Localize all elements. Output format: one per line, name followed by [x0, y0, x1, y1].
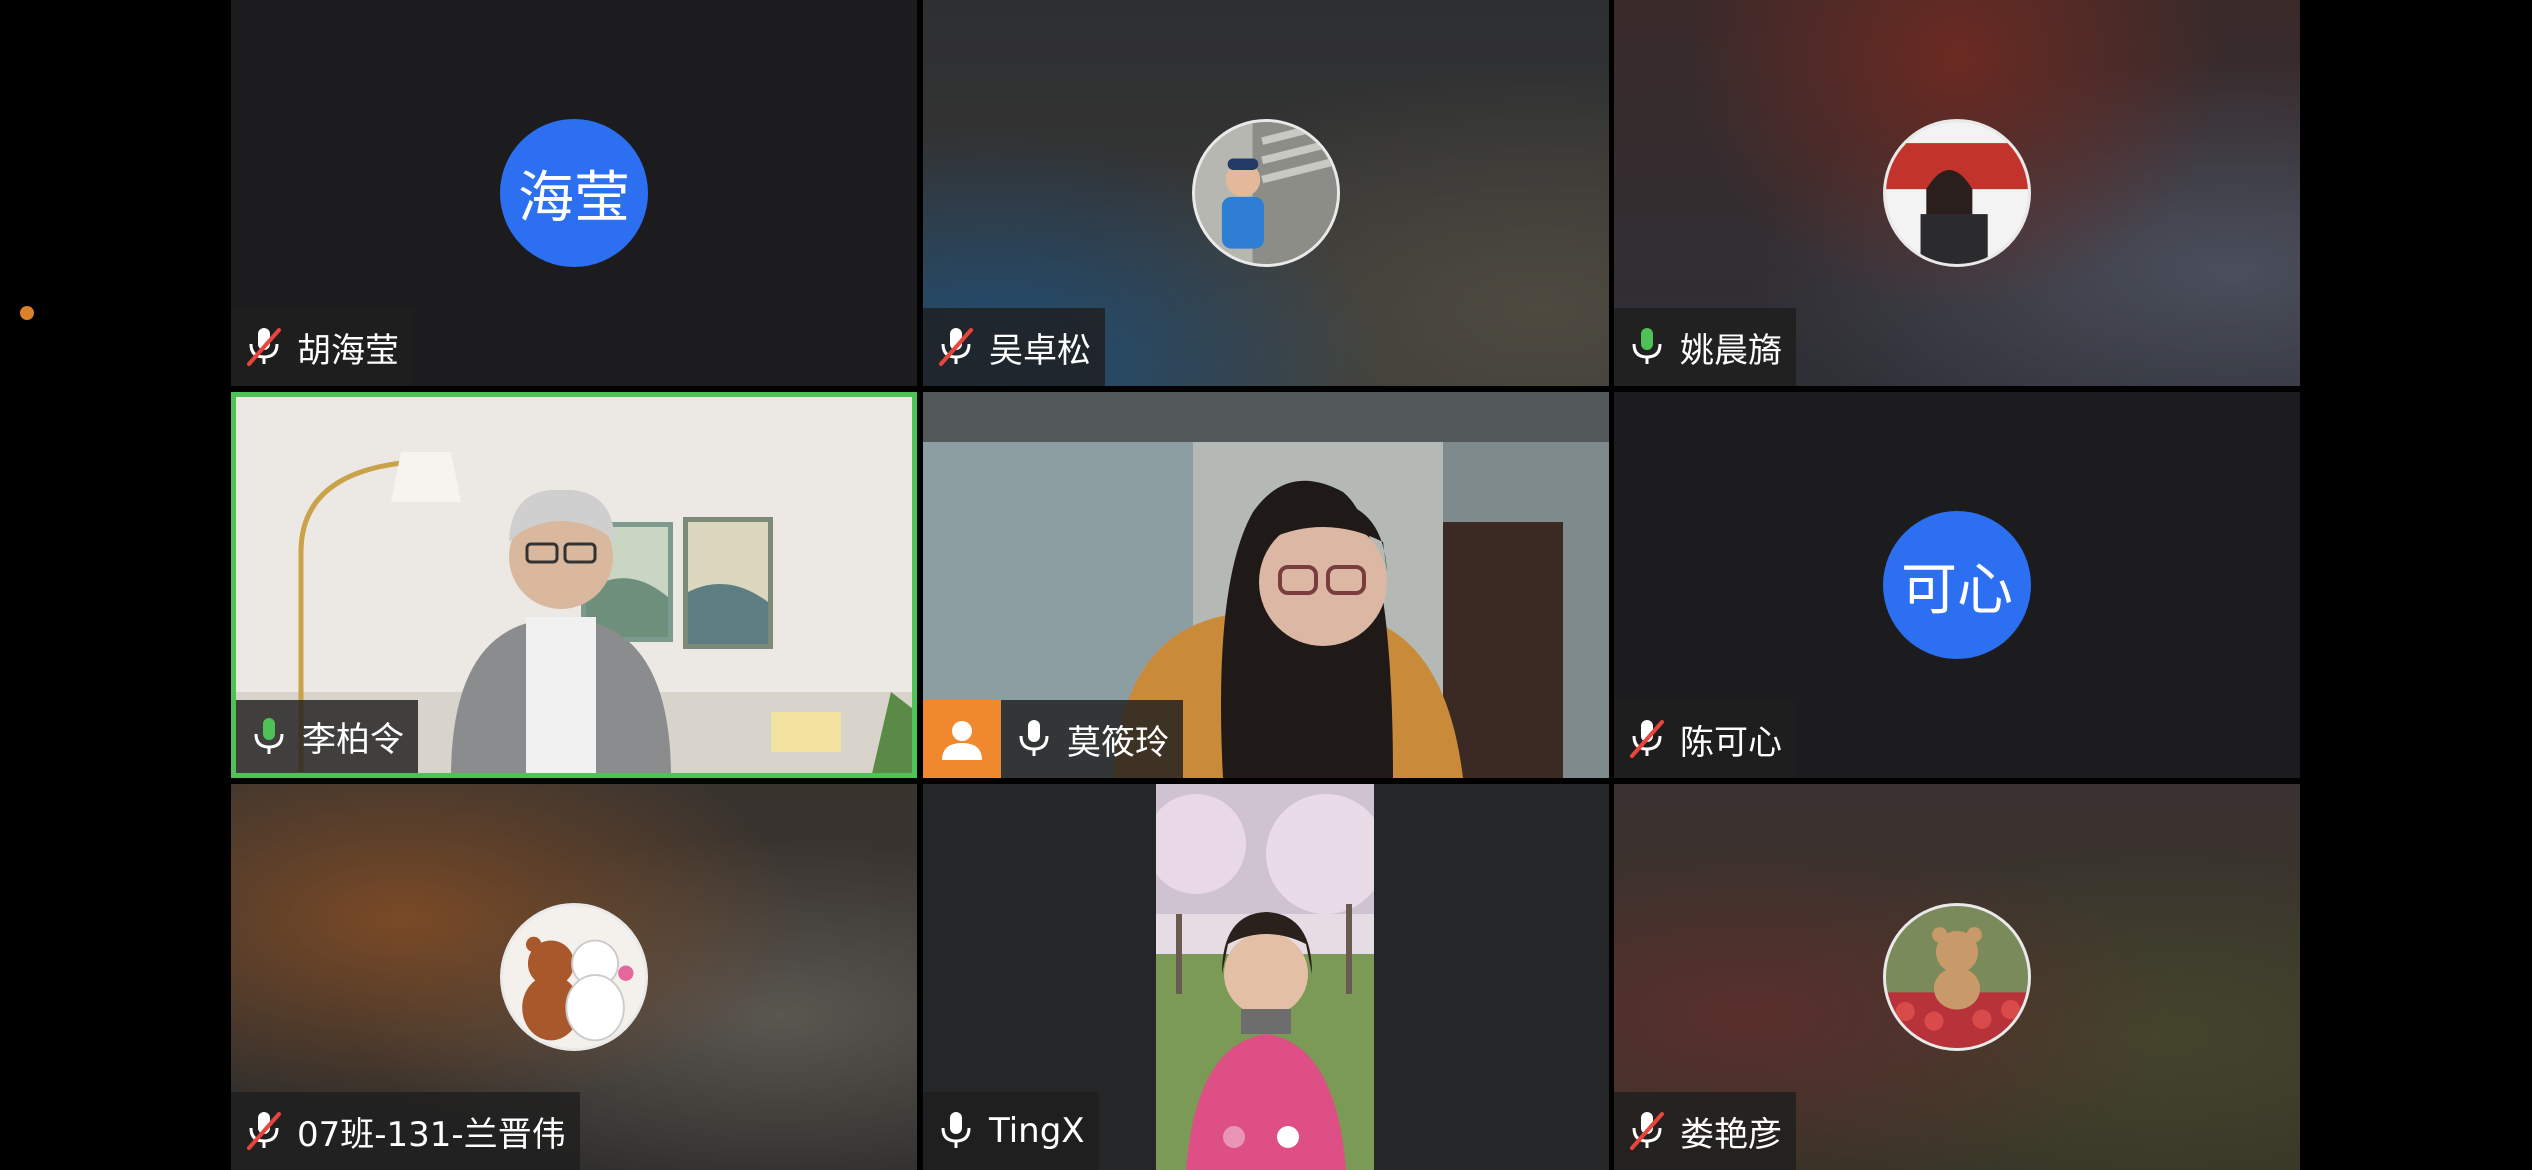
- participant-nametag: 胡海莹: [231, 308, 413, 386]
- avatar: [1883, 903, 2031, 1051]
- page-dot[interactable]: [1223, 1126, 1245, 1148]
- participant-tile[interactable]: TingX: [923, 784, 1609, 1170]
- participant-nametag: 07班-131-兰晋伟: [231, 1092, 580, 1170]
- participant-tile[interactable]: 吴卓松: [923, 0, 1609, 386]
- participant-nametag: 吴卓松: [923, 308, 1105, 386]
- participant-info-button[interactable]: [923, 700, 1001, 778]
- participant-name: 陈可心: [1680, 722, 1782, 763]
- participant-tile[interactable]: 李柏令: [231, 392, 917, 778]
- participant-nametag: 莫筱玲: [1001, 700, 1183, 778]
- participant-name: 娄艳彦: [1680, 1114, 1782, 1155]
- avatar: [1883, 119, 2031, 267]
- page-dot-active[interactable]: [1277, 1126, 1299, 1148]
- teddy-bear-photo-icon: [1886, 906, 2028, 1048]
- mic-active-icon: [1632, 328, 1662, 364]
- mic-muted-icon: [939, 328, 973, 366]
- participant-tile[interactable]: 海莹 胡海莹: [231, 0, 917, 386]
- participant-tile[interactable]: 姚晨旖: [1614, 0, 2300, 386]
- participant-tile[interactable]: 娄艳彦: [1614, 784, 2300, 1170]
- bears-illustration-icon: [503, 906, 645, 1048]
- child-photo-icon: [1195, 122, 1337, 264]
- avatar-initials: 海莹: [518, 165, 630, 231]
- participant-name: 吴卓松: [989, 330, 1091, 371]
- participant-nametag: 陈可心: [1614, 700, 1796, 778]
- participant-tile[interactable]: 07班-131-兰晋伟: [231, 784, 917, 1170]
- participant-name: 07班-131-兰晋伟: [297, 1114, 566, 1155]
- avatar: 海莹: [500, 119, 648, 267]
- avatar: 可心: [1883, 511, 2031, 659]
- participant-name: 李柏令: [302, 720, 404, 760]
- mic-muted-icon: [1630, 720, 1664, 758]
- mic-icon: [941, 1112, 971, 1148]
- participant-name: 莫筱玲: [1067, 722, 1169, 763]
- video-grid: 海莹 胡海莹 吴卓松 姚晨旖 李柏令 莫筱玲 可心 陈可心 07班-131-兰晋…: [231, 0, 2301, 1170]
- participant-name: 姚晨旖: [1680, 330, 1782, 371]
- avatar-initials: 可心: [1901, 557, 2013, 623]
- participant-tile[interactable]: 可心 陈可心: [1614, 392, 2300, 778]
- pagination-dots[interactable]: [1223, 1126, 1299, 1148]
- mic-muted-icon: [1630, 1112, 1664, 1150]
- participant-tile[interactable]: 莫筱玲: [923, 392, 1609, 778]
- avatar: [500, 903, 648, 1051]
- mic-muted-icon: [247, 328, 281, 366]
- participant-nametag: 李柏令: [236, 700, 418, 773]
- participant-nametag: TingX: [923, 1092, 1099, 1170]
- participant-nametag: 娄艳彦: [1614, 1092, 1796, 1170]
- participant-nametag: 姚晨旖: [1614, 308, 1796, 386]
- video-feed: [1156, 784, 1374, 1170]
- status-indicator-dot: [20, 306, 34, 320]
- participant-name: 胡海莹: [297, 330, 399, 371]
- mic-active-icon: [254, 717, 284, 754]
- mic-muted-icon: [247, 1112, 281, 1150]
- person-icon: [942, 721, 982, 760]
- avatar: [1192, 119, 1340, 267]
- mic-icon: [1019, 720, 1049, 756]
- birthday-photo-icon: [1886, 122, 2028, 264]
- participant-name: TingX: [989, 1111, 1085, 1151]
